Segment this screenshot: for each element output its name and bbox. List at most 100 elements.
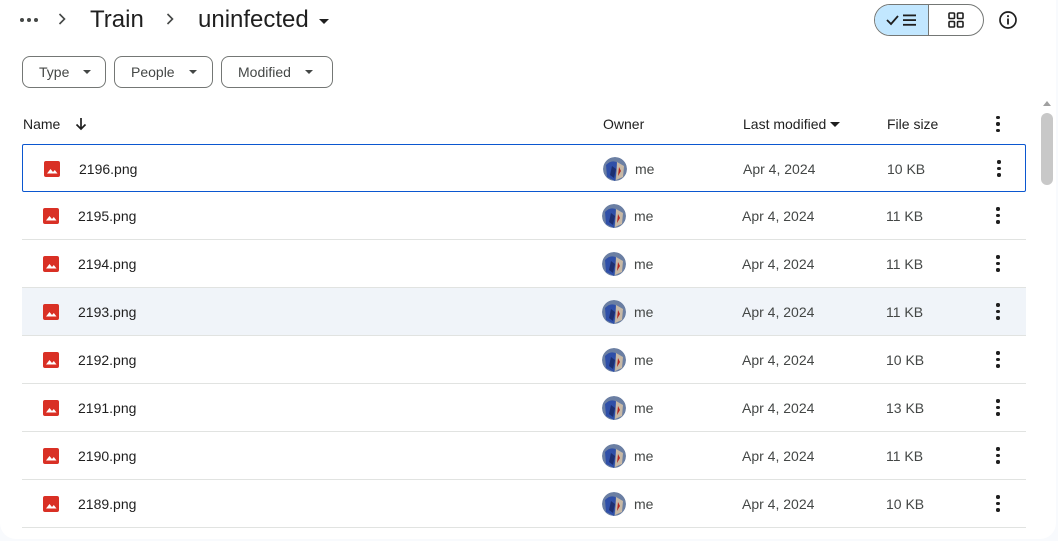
header: Train uninfected bbox=[0, 0, 1056, 44]
avatar bbox=[602, 347, 626, 372]
column-owner-label: Owner bbox=[603, 116, 645, 132]
last-modified: Apr 4, 2024 bbox=[742, 207, 815, 224]
scrollbar-thumb[interactable] bbox=[1041, 113, 1053, 185]
last-modified: Apr 4, 2024 bbox=[742, 303, 815, 320]
column-header-owner[interactable]: Owner bbox=[603, 104, 644, 144]
column-last-modified-label: Last modified bbox=[743, 116, 827, 132]
file-size: 10 KB bbox=[886, 351, 925, 368]
file-name: 2189.png bbox=[78, 495, 137, 512]
caret-down-icon bbox=[188, 70, 197, 74]
avatar bbox=[602, 251, 626, 276]
file-name: 2191.png bbox=[78, 399, 137, 416]
drive-panel: Train uninfected Type People Modified Na… bbox=[0, 0, 1056, 539]
row-actions-button[interactable] bbox=[986, 480, 1010, 527]
image-file-icon bbox=[43, 208, 59, 224]
file-row[interactable]: 2194.png me Apr 4, 2024 11 KB bbox=[22, 240, 1026, 288]
breadcrumb-current-label: uninfected bbox=[198, 6, 309, 33]
owner-name: me bbox=[634, 399, 654, 416]
more-vertical-icon bbox=[986, 492, 1010, 516]
owner-cell: me bbox=[603, 145, 654, 192]
more-breadcrumbs-button[interactable] bbox=[14, 6, 44, 34]
breadcrumb-current-folder[interactable]: uninfected bbox=[198, 4, 329, 36]
more-vertical-icon bbox=[987, 157, 1011, 181]
more-vertical-icon bbox=[986, 300, 1010, 324]
breadcrumb-parent[interactable]: Train bbox=[90, 4, 144, 36]
column-header-last-modified[interactable]: Last modified bbox=[743, 104, 841, 144]
view-toggle bbox=[874, 4, 984, 36]
owner-cell: me bbox=[602, 288, 653, 335]
list-view-button[interactable] bbox=[875, 5, 930, 35]
more-horizontal-icon bbox=[20, 18, 38, 22]
filter-chips: Type People Modified bbox=[22, 56, 333, 88]
file-size: 11 KB bbox=[886, 255, 924, 272]
more-vertical-icon bbox=[986, 112, 1010, 136]
more-vertical-icon bbox=[986, 444, 1010, 468]
file-name: 2192.png bbox=[78, 351, 137, 368]
row-actions-button[interactable] bbox=[986, 240, 1010, 287]
details-button[interactable] bbox=[994, 6, 1022, 34]
file-row[interactable]: 2189.png me Apr 4, 2024 10 KB bbox=[22, 480, 1026, 528]
owner-cell: me bbox=[602, 336, 653, 383]
avatar bbox=[602, 299, 626, 324]
caret-down-icon bbox=[83, 70, 92, 74]
file-row[interactable]: 2190.png me Apr 4, 2024 11 KB bbox=[22, 432, 1026, 480]
file-list: 2196.png me Apr 4, 2024 10 KB 2195.png m… bbox=[22, 144, 1026, 528]
sort-direction-button[interactable] bbox=[74, 116, 88, 132]
column-name-label: Name bbox=[23, 116, 61, 132]
owner-name: me bbox=[635, 160, 655, 177]
owner-cell: me bbox=[602, 432, 653, 479]
filter-type-chip[interactable]: Type bbox=[22, 56, 106, 88]
image-file-icon bbox=[43, 448, 59, 464]
file-row[interactable]: 2192.png me Apr 4, 2024 10 KB bbox=[22, 336, 1026, 384]
last-modified: Apr 4, 2024 bbox=[742, 495, 815, 512]
file-name: 2193.png bbox=[78, 303, 137, 320]
column-header-name[interactable]: Name bbox=[23, 104, 88, 144]
table-header: Name Owner Last modified File size bbox=[22, 104, 1026, 144]
owner-cell: me bbox=[602, 240, 653, 287]
caret-down-icon bbox=[830, 121, 841, 127]
file-size: 10 KB bbox=[887, 160, 926, 177]
file-name: 2195.png bbox=[78, 207, 137, 224]
vertical-scrollbar[interactable] bbox=[1038, 99, 1056, 539]
grid-view-button[interactable] bbox=[929, 5, 983, 35]
more-vertical-icon bbox=[986, 396, 1010, 420]
grid-icon bbox=[948, 12, 964, 28]
filter-people-chip[interactable]: People bbox=[114, 56, 213, 88]
file-row[interactable]: 2193.png me Apr 4, 2024 11 KB bbox=[22, 288, 1026, 336]
last-modified: Apr 4, 2024 bbox=[742, 447, 815, 464]
owner-name: me bbox=[634, 255, 654, 272]
row-actions-button[interactable] bbox=[986, 336, 1010, 383]
owner-name: me bbox=[634, 495, 654, 512]
avatar bbox=[602, 203, 626, 228]
owner-name: me bbox=[634, 351, 654, 368]
avatar bbox=[602, 395, 626, 420]
row-actions-button[interactable] bbox=[986, 384, 1010, 431]
file-row[interactable]: 2196.png me Apr 4, 2024 10 KB bbox=[22, 144, 1026, 192]
filter-modified-chip[interactable]: Modified bbox=[221, 56, 333, 88]
row-actions-button[interactable] bbox=[986, 432, 1010, 479]
arrow-down-icon bbox=[76, 118, 87, 131]
image-file-icon bbox=[44, 161, 60, 177]
more-vertical-icon bbox=[986, 252, 1010, 276]
column-header-file-size[interactable]: File size bbox=[887, 104, 938, 144]
file-row[interactable]: 2191.png me Apr 4, 2024 13 KB bbox=[22, 384, 1026, 432]
check-list-icon bbox=[885, 14, 916, 26]
owner-name: me bbox=[634, 447, 654, 464]
scroll-up-arrow-icon[interactable] bbox=[1043, 101, 1051, 106]
row-actions-button[interactable] bbox=[986, 192, 1010, 239]
file-name: 2190.png bbox=[78, 447, 137, 464]
file-name: 2194.png bbox=[78, 255, 137, 272]
row-actions-button[interactable] bbox=[987, 145, 1011, 192]
avatar bbox=[602, 491, 626, 516]
image-file-icon bbox=[43, 496, 59, 512]
row-actions-button[interactable] bbox=[986, 288, 1010, 335]
owner-cell: me bbox=[602, 480, 653, 527]
image-file-icon bbox=[43, 256, 59, 272]
image-file-icon bbox=[43, 400, 59, 416]
image-file-icon bbox=[43, 304, 59, 320]
file-row[interactable]: 2195.png me Apr 4, 2024 11 KB bbox=[22, 192, 1026, 240]
file-size: 11 KB bbox=[886, 447, 924, 464]
last-modified: Apr 4, 2024 bbox=[742, 399, 815, 416]
file-size: 11 KB bbox=[886, 303, 924, 320]
column-options-button[interactable] bbox=[986, 104, 1010, 144]
